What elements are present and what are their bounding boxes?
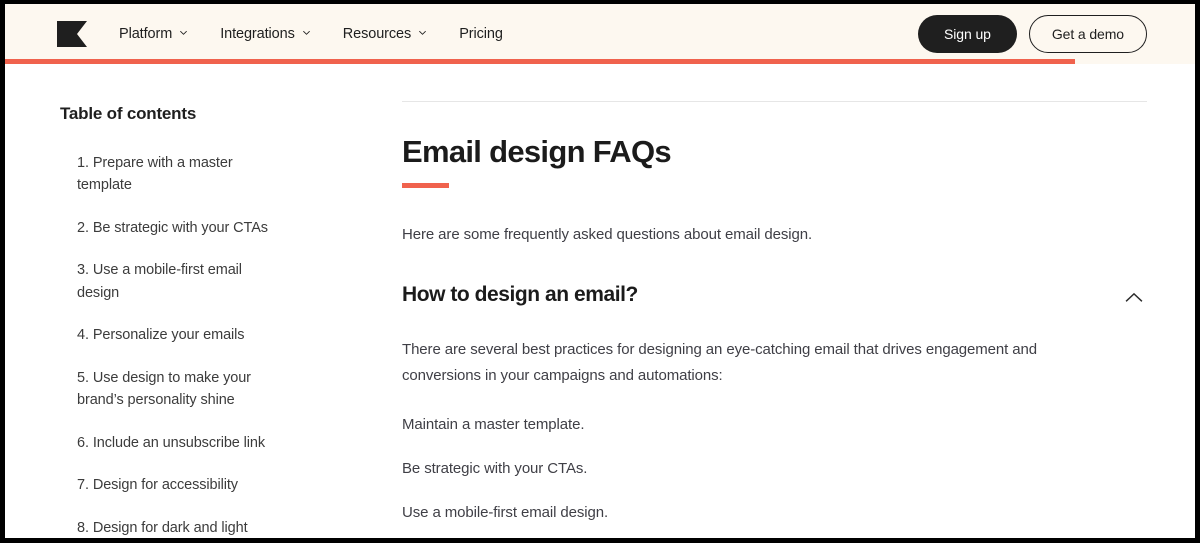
toc-item-3[interactable]: 3. Use a mobile-first email design — [60, 259, 275, 304]
section-divider-top — [402, 101, 1147, 102]
faq-accordion-header[interactable]: How to design an email? — [402, 283, 1147, 311]
list-item: 1. Prepare with a master template — [60, 152, 357, 197]
toc-item-6[interactable]: 6. Include an unsubscribe link — [60, 432, 275, 454]
faq-answer: There are several best practices for des… — [402, 337, 1147, 538]
list-item: 6. Include an unsubscribe link — [60, 432, 357, 454]
nav-item-label: Platform — [119, 26, 173, 42]
toc-title: Table of contents — [60, 104, 197, 123]
faq-answer-point: Use a mobile-first email design. — [402, 503, 609, 521]
toc-item-7[interactable]: 7. Design for accessibility — [60, 474, 275, 496]
list-item: 7. Design for accessibility — [60, 474, 357, 496]
list-item: 5. Use design to make your brand’s perso… — [60, 367, 357, 412]
nav-item-integrations[interactable]: Integrations — [204, 20, 327, 48]
primary-navigation: Platform Integrations Resources Pricing — [119, 20, 519, 48]
page-title: Email design FAQs — [402, 134, 672, 169]
chevron-down-icon — [179, 28, 188, 37]
article-content: Email design FAQs Here are some frequent… — [397, 64, 1195, 538]
nav-item-label: Resources — [342, 26, 412, 42]
title-accent-underline — [402, 183, 449, 188]
nav-item-label: Pricing — [459, 26, 503, 42]
nav-item-pricing[interactable]: Pricing — [443, 20, 519, 48]
toc-item-4[interactable]: 4. Personalize your emails — [60, 324, 275, 346]
table-of-contents: Table of contents 1. Prepare with a mast… — [5, 64, 397, 538]
chevron-down-icon — [302, 28, 311, 37]
klaviyo-flag-logo[interactable] — [57, 21, 87, 47]
list-item: 2. Be strategic with your CTAs — [60, 217, 357, 239]
faq-accordion-item: How to design an email? There are severa… — [402, 283, 1147, 538]
header-accent-rule — [5, 59, 1075, 64]
header-actions: Sign up Get a demo — [918, 15, 1147, 53]
list-item: 3. Use a mobile-first email design — [60, 259, 357, 304]
chevron-down-icon — [418, 28, 427, 37]
toc-item-1[interactable]: 1. Prepare with a master template — [60, 152, 275, 197]
site-header: Platform Integrations Resources Pricing … — [5, 4, 1195, 64]
nav-item-label: Integrations — [220, 26, 295, 42]
nav-item-platform[interactable]: Platform — [119, 20, 204, 48]
header-inner: Platform Integrations Resources Pricing … — [5, 4, 1195, 64]
faq-answer-lead: There are several best practices for des… — [402, 341, 1038, 384]
nav-item-resources[interactable]: Resources — [327, 20, 443, 48]
list-item: 8. Design for dark and light modes — [60, 517, 357, 538]
get-a-demo-button[interactable]: Get a demo — [1028, 15, 1147, 53]
screenshot-frame: Power smarter digital relationships. Try… — [0, 0, 1200, 543]
faq-intro-text: Here are some frequently asked questions… — [402, 226, 813, 243]
faq-question: How to design an email? — [402, 283, 638, 306]
toc-list: 1. Prepare with a master template 2. Be … — [60, 152, 357, 538]
list-item: 4. Personalize your emails — [60, 324, 357, 346]
chevron-up-icon[interactable] — [1121, 285, 1147, 311]
toc-item-5[interactable]: 5. Use design to make your brand’s perso… — [60, 367, 275, 412]
page-body: Table of contents 1. Prepare with a mast… — [5, 64, 1195, 538]
faq-answer-point: Be strategic with your CTAs. — [402, 459, 588, 477]
faq-answer-point: Maintain a master template. — [402, 415, 585, 433]
browser-viewport: Power smarter digital relationships. Try… — [5, 4, 1195, 538]
sign-up-button[interactable]: Sign up — [918, 15, 1017, 53]
toc-item-8[interactable]: 8. Design for dark and light modes — [60, 517, 275, 538]
toc-item-2[interactable]: 2. Be strategic with your CTAs — [60, 217, 275, 239]
